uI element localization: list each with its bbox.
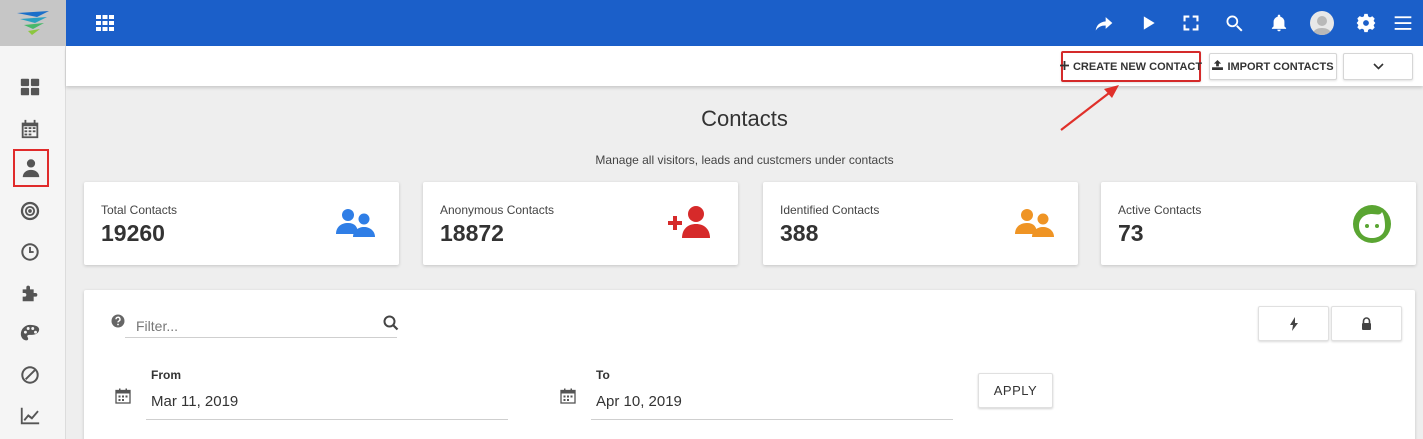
- page-title: Contacts: [701, 106, 788, 131]
- fullscreen-icon[interactable]: [1180, 12, 1202, 34]
- calendar-icon[interactable]: [17, 116, 43, 142]
- stat-label: Anonymous Contacts: [440, 203, 555, 217]
- create-new-contact-button[interactable]: CREATE NEW CONTACT: [1059, 51, 1203, 82]
- users-icon: [1015, 209, 1054, 237]
- stat-label: Identified Contacts: [780, 203, 880, 217]
- calendar-icon[interactable]: [115, 388, 131, 404]
- contacts-nav-user-icon[interactable]: [13, 149, 49, 187]
- stat-card-anonymous[interactable]: Anonymous Contacts 18872: [423, 182, 738, 265]
- stat-value: 19260: [101, 220, 165, 246]
- menu-icon[interactable]: [1392, 12, 1414, 34]
- filter-panel: From To APPLY: [84, 290, 1415, 439]
- gear-icon[interactable]: [1355, 12, 1377, 34]
- calendar-icon[interactable]: [560, 388, 576, 404]
- users-icon: [336, 209, 375, 237]
- add-user-icon: [668, 206, 710, 238]
- stat-label: Active Contacts: [1118, 203, 1202, 217]
- search-icon[interactable]: [383, 315, 399, 331]
- block-icon[interactable]: [17, 362, 43, 388]
- page-subtitle: Manage all visitors, leads and custcmers…: [595, 153, 894, 167]
- stat-card-total[interactable]: Total Contacts 19260: [84, 182, 399, 265]
- to-label: To: [596, 368, 610, 382]
- stat-card-identified[interactable]: Identified Contacts 388: [763, 182, 1078, 265]
- target-icon[interactable]: [17, 198, 43, 224]
- chevron-down-icon: [1372, 61, 1384, 73]
- stat-value: 18872: [440, 220, 504, 246]
- app-logo[interactable]: [0, 0, 66, 46]
- create-new-contact-label: CREATE NEW CONTACT: [1072, 60, 1203, 73]
- bolt-icon: [1289, 316, 1298, 331]
- play-icon[interactable]: [1137, 12, 1159, 34]
- lock-button[interactable]: [1331, 306, 1402, 341]
- more-actions-button[interactable]: [1343, 53, 1413, 80]
- palette-icon[interactable]: [17, 321, 43, 347]
- plus-icon: [1059, 60, 1069, 73]
- logo-icon: [17, 11, 49, 35]
- upload-icon: [1212, 60, 1224, 73]
- stat-value: 73: [1118, 220, 1144, 246]
- help-icon[interactable]: [111, 314, 125, 328]
- filter-input[interactable]: [125, 314, 397, 338]
- bolt-button[interactable]: [1258, 306, 1329, 341]
- top-bar: [66, 0, 1423, 46]
- import-contacts-button[interactable]: IMPORT CONTACTS: [1209, 53, 1337, 80]
- dashboard-icon[interactable]: [17, 74, 43, 100]
- share-icon[interactable]: [1093, 12, 1115, 34]
- apps-icon[interactable]: [96, 15, 114, 31]
- chart-icon[interactable]: [17, 403, 43, 429]
- avatar-icon[interactable]: [1310, 11, 1334, 35]
- import-contacts-label: IMPORT CONTACTS: [1227, 60, 1334, 73]
- apply-button[interactable]: APPLY: [978, 373, 1053, 408]
- sidebar: [0, 0, 66, 439]
- clock-icon[interactable]: [17, 239, 43, 265]
- stat-value: 388: [780, 220, 819, 246]
- stat-card-active[interactable]: Active Contacts 73: [1101, 182, 1416, 265]
- puzzle-icon[interactable]: [17, 280, 43, 306]
- from-label: From: [151, 368, 181, 382]
- to-date-input[interactable]: [591, 384, 953, 420]
- action-bar: CREATE NEW CONTACT IMPORT CONTACTS: [66, 46, 1423, 86]
- search-icon[interactable]: [1223, 12, 1245, 34]
- smiley-face-icon: [1353, 205, 1391, 243]
- from-date-input[interactable]: [146, 384, 508, 420]
- lock-icon: [1362, 317, 1371, 330]
- stat-label: Total Contacts: [101, 203, 178, 217]
- bell-icon[interactable]: [1268, 12, 1290, 34]
